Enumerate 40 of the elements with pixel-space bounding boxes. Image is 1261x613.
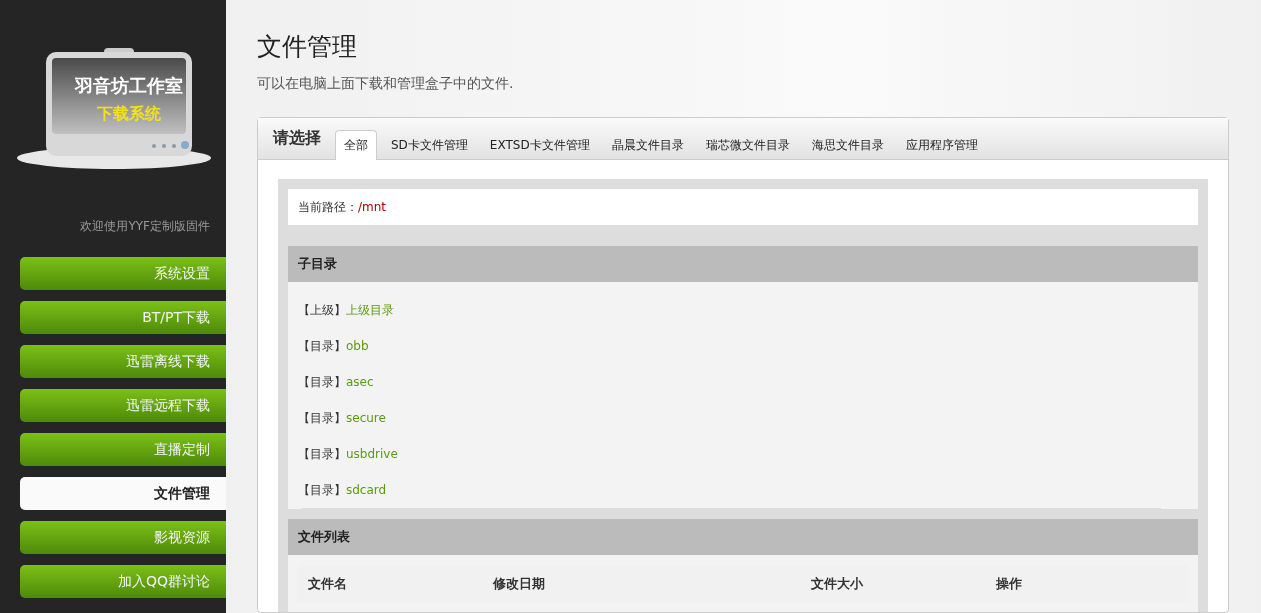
page-title: 文件管理 (257, 31, 358, 63)
tab[interactable]: SD卡文件管理 (383, 131, 476, 159)
logo-subtitle: 下载系统 (96, 104, 162, 125)
entry-tag: 【目录】 (298, 337, 346, 355)
tab[interactable]: 海思文件目录 (803, 131, 892, 159)
column-header: 文件大小 (811, 574, 864, 593)
nav-item[interactable]: 影视资源 (20, 521, 226, 554)
entry-tag: 【目录】 (298, 409, 346, 427)
column-header: 操作 (996, 574, 1023, 593)
directory-link[interactable]: secure (346, 411, 386, 425)
directory-link[interactable]: 上级目录 (346, 301, 394, 319)
panel-heading: 请选择 (273, 128, 321, 149)
tab[interactable]: 全部 (335, 130, 377, 160)
tab[interactable]: 应用程序管理 (897, 131, 986, 159)
tab[interactable]: 瑞芯微文件目录 (697, 131, 798, 159)
welcome-text: 欢迎使用YYF定制版固件 (80, 218, 210, 235)
section-title: 文件列表 (298, 528, 350, 546)
nav-item[interactable]: 系统设置 (20, 257, 226, 290)
nav-item[interactable]: 文件管理 (20, 477, 226, 510)
tab[interactable]: EXTSD卡文件管理 (481, 131, 598, 159)
entry-tag: 【目录】 (298, 481, 346, 499)
tab[interactable]: 晶晨文件目录 (603, 131, 692, 159)
entry-tag: 【目录】 (298, 373, 346, 391)
nav-item[interactable]: 迅雷离线下载 (20, 345, 226, 378)
directory-link[interactable]: sdcard (346, 483, 387, 497)
directory-link[interactable]: asec (346, 375, 374, 389)
nav-item[interactable]: BT/PT下载 (20, 301, 226, 334)
directory-link[interactable]: usbdrive (346, 447, 398, 461)
entry-tag: 【目录】 (298, 445, 346, 463)
column-header: 修改日期 (493, 574, 546, 593)
nav-item[interactable]: 直播定制 (20, 433, 226, 466)
directory-link[interactable]: obb (346, 339, 369, 353)
nav-item[interactable]: 加入QQ群讨论 (20, 565, 226, 598)
logo-title: 羽音坊工作室 (73, 74, 184, 98)
section-title: 子目录 (298, 255, 337, 273)
column-header: 文件名 (308, 574, 348, 593)
path-text: 当前路径：/mnt (298, 198, 387, 216)
entry-tag: 【上级】 (298, 301, 346, 319)
page-subtitle: 可以在电脑上面下载和管理盒子中的文件. (257, 75, 515, 93)
nav-item[interactable]: 迅雷远程下载 (20, 389, 226, 422)
